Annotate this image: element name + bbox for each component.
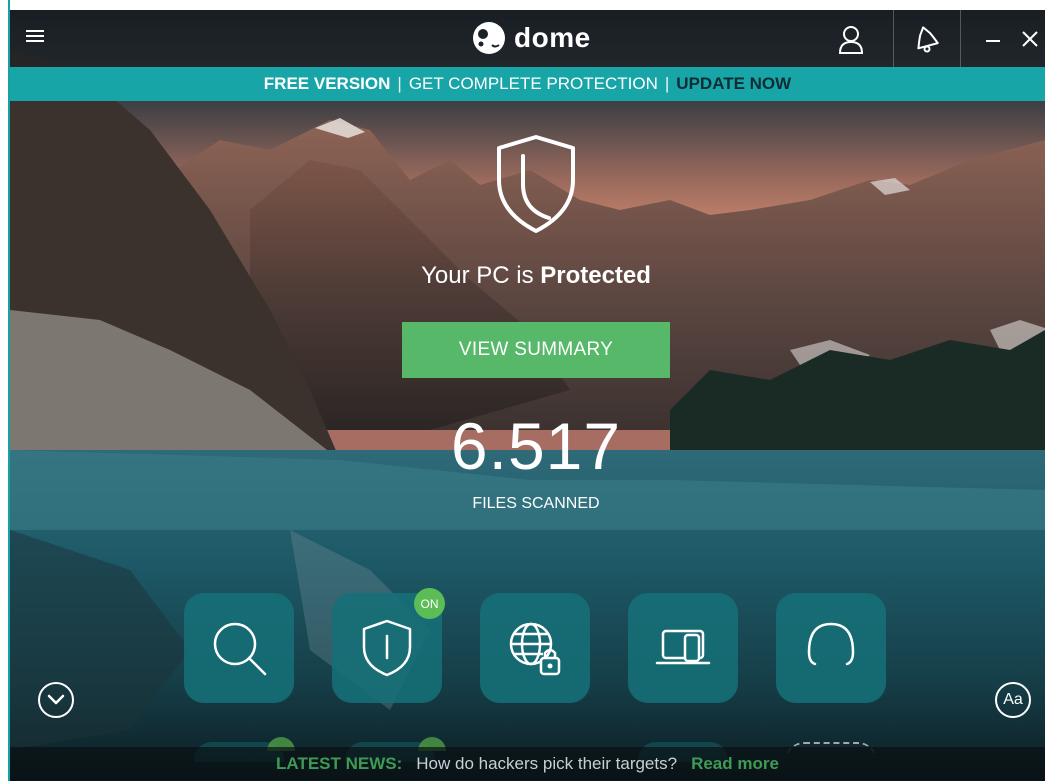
search-icon [213,622,267,676]
main-window: dome FREE VERSION | GET COMPLETE PROTECT… [10,10,1045,781]
headset-icon [807,622,855,666]
app-window: dome FREE VERSION | GET COMPLETE PROTECT… [0,0,1045,781]
logo-text: dome [514,22,591,53]
chevron-down-icon [47,694,65,705]
devices-icon [655,629,711,665]
expand-button[interactable] [38,682,74,718]
font-size-button[interactable]: Aa [995,682,1031,718]
status-prefix: Your PC is [421,262,541,289]
protection-status: Your PC is Protected [10,262,1045,290]
scan-tile[interactable] [184,593,294,703]
close-button[interactable] [1015,10,1045,67]
close-icon [1022,30,1038,47]
files-scanned-label: FILES SCANNED [472,495,600,512]
globe-lock-icon [509,622,561,676]
devices-tile[interactable] [628,593,738,703]
title-bar: dome [10,10,1045,67]
minimize-icon [986,39,1000,42]
antivirus-on-badge: ON [414,588,445,619]
upgrade-banner[interactable]: FREE VERSION | GET COMPLETE PROTECTION |… [10,67,1045,101]
minimize-button[interactable] [978,10,1008,67]
files-scanned-count: 6.517 [450,409,622,483]
web-protection-tile[interactable] [480,593,590,703]
protection-shield-icon [497,135,575,233]
notifications-button[interactable] [893,10,959,67]
view-summary-button[interactable]: VIEW SUMMARY [402,322,670,378]
bell-icon [917,25,939,52]
news-bar: LATEST NEWS: How do hackers pick their t… [10,747,1045,781]
read-more-link[interactable]: Read more [691,754,779,774]
app-logo: dome [472,20,591,56]
hamburger-menu-icon[interactable] [24,27,46,49]
banner-separator: | [397,74,402,93]
support-tile[interactable] [776,593,886,703]
banner-separator: | [664,74,670,93]
user-icon [838,25,864,54]
news-headline[interactable]: How do hackers pick their targets? [416,754,677,774]
panda-logo-icon [473,22,505,54]
update-now-link[interactable]: UPDATE NOW [676,74,791,94]
news-label: LATEST NEWS: [276,754,403,773]
free-version-label: FREE VERSION [263,74,391,93]
titlebar-divider [960,10,961,67]
status-state: Protected [540,262,651,289]
account-button[interactable] [818,10,884,67]
window-edge [0,0,10,781]
get-protection-link[interactable]: GET COMPLETE PROTECTION [409,74,658,94]
shield-icon [362,619,412,677]
